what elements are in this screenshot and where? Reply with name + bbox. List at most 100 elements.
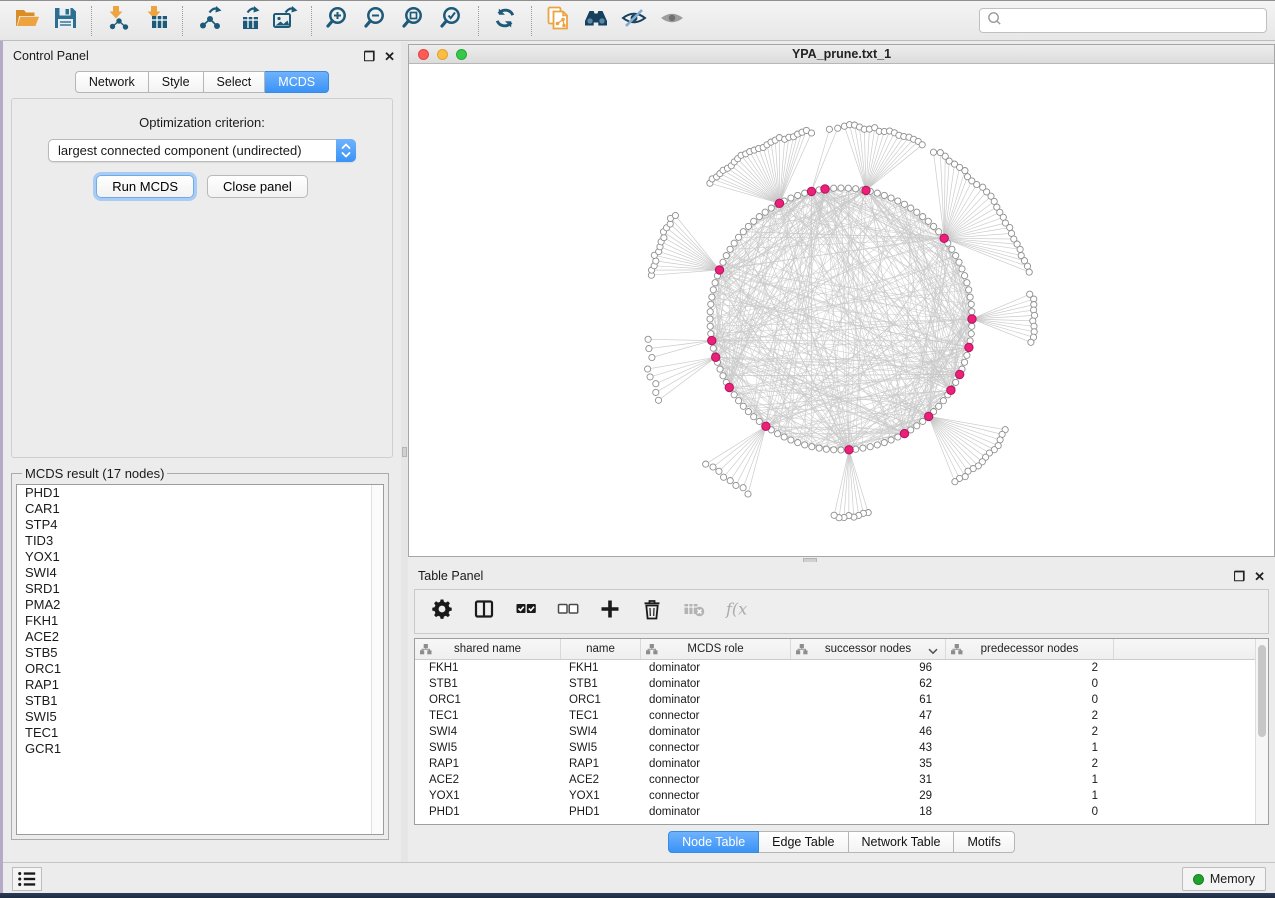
graph-node[interactable] [930, 149, 936, 155]
export-image-button[interactable] [266, 4, 304, 38]
graph-node[interactable] [751, 218, 757, 224]
graph-node[interactable] [967, 294, 973, 300]
column-header-name[interactable]: name [561, 639, 641, 659]
mcds-node[interactable] [900, 429, 908, 437]
graph-node[interactable] [838, 185, 844, 191]
mcds-node[interactable] [821, 185, 829, 193]
cell-name[interactable]: ACE2 [561, 772, 641, 788]
close-panel-button[interactable]: Close panel [207, 175, 308, 198]
mcds-node[interactable] [947, 386, 955, 394]
graph-node[interactable] [756, 214, 762, 220]
network-graph[interactable] [409, 64, 1274, 556]
graph-node[interactable] [736, 398, 742, 404]
graph-node[interactable] [710, 345, 716, 351]
mcds-node[interactable] [862, 186, 870, 194]
graph-node[interactable] [756, 418, 762, 424]
graph-node[interactable] [959, 266, 965, 272]
tab-network-table[interactable]: Network Table [849, 831, 955, 853]
select-all-columns-button[interactable] [515, 598, 537, 625]
column-header-MCDS-role[interactable]: MCDS role [641, 639, 791, 659]
graph-node[interactable] [895, 198, 901, 204]
mcds-result-item[interactable]: SRD1 [17, 581, 383, 597]
graph-node[interactable] [962, 273, 968, 279]
cell-MCDS-role[interactable]: connector [641, 788, 791, 804]
cell-MCDS-role[interactable]: dominator [641, 724, 791, 740]
graph-node[interactable] [745, 223, 751, 229]
table-scrollbar-thumb[interactable] [1258, 645, 1266, 737]
graph-node[interactable] [672, 212, 678, 218]
graph-node[interactable] [925, 218, 931, 224]
cell-shared-name[interactable]: PHD1 [415, 804, 561, 820]
graph-node[interactable] [802, 442, 808, 448]
minimize-window-icon[interactable] [437, 49, 448, 60]
cell-name[interactable]: SWI4 [561, 724, 641, 740]
graph-node[interactable] [1026, 269, 1032, 275]
graph-node[interactable] [707, 323, 713, 329]
cell-predecessor-nodes[interactable]: 0 [946, 676, 1114, 692]
mcds-result-item[interactable]: STB5 [17, 645, 383, 661]
table-row[interactable]: FKH1FKH1dominator962 [415, 660, 1268, 676]
cell-MCDS-role[interactable]: dominator [641, 692, 791, 708]
cell-successor-nodes[interactable]: 47 [791, 708, 946, 724]
search-input[interactable] [1007, 14, 1260, 28]
graph-node[interactable] [949, 246, 955, 252]
export-network-button[interactable] [190, 4, 228, 38]
search-box[interactable] [979, 8, 1267, 33]
graph-node[interactable] [969, 309, 975, 315]
cell-successor-nodes[interactable]: 61 [791, 692, 946, 708]
table-row[interactable]: ACE2ACE2connector311 [415, 772, 1268, 788]
graph-node[interactable] [888, 195, 894, 201]
graph-node[interactable] [953, 379, 959, 385]
graph-node[interactable] [914, 423, 920, 429]
graph-node[interactable] [717, 366, 723, 372]
hide-details-button[interactable] [615, 4, 653, 38]
cell-shared-name[interactable]: ACE2 [415, 772, 561, 788]
show-columns-button[interactable] [473, 598, 495, 625]
open-file-button[interactable] [8, 4, 46, 38]
graph-node[interactable] [888, 437, 894, 443]
mcds-result-item[interactable]: STB1 [17, 693, 383, 709]
cell-shared-name[interactable]: FKH1 [415, 660, 561, 676]
mcds-node[interactable] [925, 412, 933, 420]
cell-shared-name[interactable]: SWI4 [415, 724, 561, 740]
graph-node[interactable] [649, 354, 655, 360]
cell-predecessor-nodes[interactable]: 0 [946, 804, 1114, 820]
table-row[interactable]: RAP1RAP1dominator352 [415, 756, 1268, 772]
graph-node[interactable] [969, 323, 975, 329]
zoom-fit-button[interactable] [395, 4, 433, 38]
mcds-node[interactable] [712, 353, 720, 361]
cell-name[interactable]: PHD1 [561, 804, 641, 820]
graph-node[interactable] [655, 397, 661, 403]
graph-node[interactable] [940, 398, 946, 404]
graph-node[interactable] [956, 259, 962, 265]
mcds-result-item[interactable]: STP4 [17, 517, 383, 533]
graph-node[interactable] [964, 352, 970, 358]
cell-MCDS-role[interactable]: dominator [641, 756, 791, 772]
graph-node[interactable] [860, 445, 866, 451]
graph-node[interactable] [966, 287, 972, 293]
mcds-node[interactable] [807, 187, 815, 195]
graph-node[interactable] [831, 447, 837, 453]
graph-node[interactable] [962, 359, 968, 365]
close-table-panel-icon[interactable]: ✕ [1254, 570, 1265, 583]
graph-node[interactable] [968, 331, 974, 337]
export-table-button[interactable] [228, 4, 266, 38]
cell-successor-nodes[interactable]: 31 [791, 772, 946, 788]
graph-node[interactable] [953, 253, 959, 259]
show-details-button[interactable] [653, 4, 691, 38]
graph-node[interactable] [931, 223, 937, 229]
table-row[interactable]: STB1STB1dominator620 [415, 676, 1268, 692]
mcds-node[interactable] [775, 199, 783, 207]
add-column-button[interactable] [599, 598, 621, 625]
close-panel-icon[interactable]: ✕ [384, 50, 395, 63]
maximize-window-icon[interactable] [456, 49, 467, 60]
cell-predecessor-nodes[interactable]: 1 [946, 788, 1114, 804]
table-scrollbar[interactable] [1255, 639, 1268, 824]
graph-node[interactable] [736, 234, 742, 240]
graph-node[interactable] [795, 440, 801, 446]
graph-node[interactable] [740, 485, 746, 491]
tab-network[interactable]: Network [75, 71, 149, 93]
import-table-button[interactable] [137, 4, 175, 38]
mcds-result-item[interactable]: GCR1 [17, 741, 383, 757]
cell-successor-nodes[interactable]: 29 [791, 788, 946, 804]
